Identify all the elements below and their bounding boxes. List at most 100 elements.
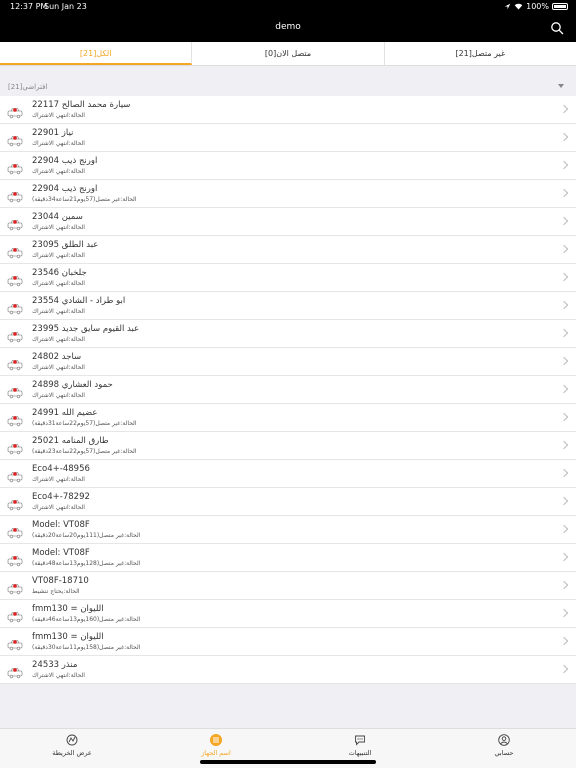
chevron-right-icon <box>559 412 569 422</box>
device-row[interactable]: 24991 عضيم الله الحالة:غير متصل(57يوم22سا… <box>0 404 576 432</box>
page-title: demo <box>275 22 301 32</box>
tab-offline[interactable]: غير متصل[21] <box>385 42 576 65</box>
car-icon <box>7 272 23 287</box>
nav-bar: demo <box>0 14 576 42</box>
chevron-right-icon <box>559 356 569 366</box>
tab-map[interactable]: عرض الخريطة <box>0 729 144 768</box>
device-status: الحالة:غير متصل(128يوم13ساعة48دقيقة) <box>32 560 141 567</box>
device-row[interactable]: 22117 سيارة محمد الصالح الحالة:انتهي الاش… <box>0 96 576 124</box>
device-status: الحالة:غير متصل(57يوم21ساعة34دقيقة) <box>32 196 137 203</box>
device-status: الحالة:غير متصل(158يوم11ساعة30دقيقة) <box>32 644 141 651</box>
device-row[interactable]: 25021 طارق المنامه الحالة:غير متصل(57يوم2… <box>0 432 576 460</box>
device-status: الحالة:انتهي الاشتراك <box>32 224 85 231</box>
filter-tabs: الكل[21] متصل الان[0] غير متصل[21] <box>0 42 576 66</box>
device-status: الحالة:انتهي الاشتراك <box>32 140 85 147</box>
device-name: 24991 عضيم الله <box>32 408 98 418</box>
device-row[interactable]: 24898 حمود العشاري الحالة:انتهي الاشتراك <box>0 376 576 404</box>
car-icon <box>7 440 23 455</box>
chevron-right-icon <box>559 216 569 226</box>
device-name: 22117 سيارة محمد الصالح <box>32 100 131 110</box>
device-row[interactable]: 23095 عبد الطلق الحالة:انتهي الاشتراك <box>0 236 576 264</box>
search-icon[interactable] <box>550 21 564 35</box>
chevron-right-icon <box>559 608 569 618</box>
chevron-right-icon <box>559 188 569 198</box>
caret-down-icon <box>558 84 564 88</box>
device-row[interactable]: 22901 نياز الحالة:انتهي الاشتراك <box>0 124 576 152</box>
car-icon <box>7 216 23 231</box>
tab-online[interactable]: متصل الان[0] <box>192 42 385 65</box>
car-icon <box>7 104 23 119</box>
status-time: 12:37 PM <box>10 2 48 11</box>
device-row[interactable]: 23044 سمين الحالة:انتهي الاشتراك <box>0 208 576 236</box>
device-status: الحالة:غير متصل(160يوم13ساعة46دقيقة) <box>32 616 141 623</box>
device-row[interactable]: Model: VT08F الحالة:غير متصل(111يوم20ساعة… <box>0 516 576 544</box>
device-row[interactable]: VT08F-18710 الحالة:يحتاج تنشيط <box>0 572 576 600</box>
device-name: 24533 منذر <box>32 660 78 670</box>
device-status: الحالة:انتهي الاشتراك <box>32 336 85 343</box>
car-icon <box>7 300 23 315</box>
device-status: الحالة:انتهي الاشتراك <box>32 364 85 371</box>
device-name: 23995 عبد القيوم سايق جديد <box>32 324 140 334</box>
device-row[interactable]: 23995 عبد القيوم سايق جديد الحالة:انتهي ا… <box>0 320 576 348</box>
device-status: الحالة:انتهي الاشتراك <box>32 112 85 119</box>
device-status: الحالة:انتهي الاشتراك <box>32 392 85 399</box>
device-status: الحالة:انتهي الاشتراك <box>32 504 85 511</box>
car-icon <box>7 384 23 399</box>
device-name: 23095 عبد الطلق <box>32 240 99 250</box>
tab-devices-label: اسم الجهاز <box>201 749 231 757</box>
tab-account[interactable]: حسابي <box>432 729 576 768</box>
car-icon <box>7 580 23 595</box>
device-row[interactable]: 24802 ساجد الحالة:انتهي الاشتراك <box>0 348 576 376</box>
device-name: Eco4+-48956 <box>32 464 90 474</box>
device-name: VT08F-18710 <box>32 576 89 586</box>
chevron-right-icon <box>559 580 569 590</box>
device-row[interactable]: 23546 جلخبان الحالة:انتهي الاشتراك <box>0 264 576 292</box>
chat-icon <box>355 735 365 746</box>
device-row[interactable]: fmm130 = الليوان الحالة:غير متصل(160يوم13… <box>0 600 576 628</box>
device-row[interactable]: Model: VT08F الحالة:غير متصل(128يوم13ساعة… <box>0 544 576 572</box>
device-status: الحالة:انتهي الاشتراك <box>32 308 85 315</box>
chevron-right-icon <box>559 384 569 394</box>
car-icon <box>7 468 23 483</box>
device-status: الحالة:انتهي الاشتراك <box>32 672 85 679</box>
chevron-right-icon <box>559 132 569 142</box>
map-icon <box>66 734 78 746</box>
chevron-right-icon <box>559 272 569 282</box>
device-name: 23546 جلخبان <box>32 268 87 278</box>
device-status: الحالة:غير متصل(57يوم22ساعة31دقيقة) <box>32 420 137 427</box>
chevron-right-icon <box>559 104 569 114</box>
group-header[interactable]: افتراضي[21] <box>0 79 576 95</box>
device-name: 23044 سمين <box>32 212 83 222</box>
chevron-right-icon <box>559 468 569 478</box>
device-status: الحالة:غير متصل(57يوم22ساعة23دقيقة) <box>32 448 137 455</box>
chevron-right-icon <box>559 328 569 338</box>
chevron-right-icon <box>559 496 569 506</box>
chevron-right-icon <box>559 244 569 254</box>
device-row[interactable]: 22904 اورنج ذيب الحالة:انتهي الاشتراك <box>0 152 576 180</box>
device-row[interactable]: 24533 منذر الحالة:انتهي الاشتراك <box>0 656 576 684</box>
device-name: 25021 طارق المنامه <box>32 436 109 446</box>
car-icon <box>7 496 23 511</box>
list-icon <box>210 734 222 746</box>
device-row[interactable]: Eco4+-78292 الحالة:انتهي الاشتراك <box>0 488 576 516</box>
device-row[interactable]: fmm130 = الليوان الحالة:غير متصل(158يوم11… <box>0 628 576 656</box>
device-status: الحالة:انتهي الاشتراك <box>32 168 85 175</box>
wifi-icon <box>514 3 523 10</box>
device-status: الحالة:غير متصل(111يوم20ساعة20دقيقة) <box>32 532 141 539</box>
chevron-right-icon <box>559 552 569 562</box>
device-name: fmm130 = الليوان <box>32 632 104 642</box>
tab-account-label: حسابي <box>494 749 514 757</box>
car-icon <box>7 552 23 567</box>
tab-all[interactable]: الكل[21] <box>0 42 193 65</box>
device-name: Eco4+-78292 <box>32 492 90 502</box>
car-icon <box>7 160 23 175</box>
chevron-right-icon <box>559 300 569 310</box>
device-name: 22904 اورنج ذيب <box>32 184 98 194</box>
device-row[interactable]: 22904 اورنج ذيب الحالة:غير متصل(57يوم21سا… <box>0 180 576 208</box>
device-row[interactable]: Eco4+-48956 الحالة:انتهي الاشتراك <box>0 460 576 488</box>
chevron-right-icon <box>559 524 569 534</box>
car-icon <box>7 328 23 343</box>
tab-alerts-label: التنبيهات <box>348 749 372 757</box>
car-icon <box>7 356 23 371</box>
device-row[interactable]: 23554 ابو طراد - الشادي الحالة:انتهي الاش… <box>0 292 576 320</box>
